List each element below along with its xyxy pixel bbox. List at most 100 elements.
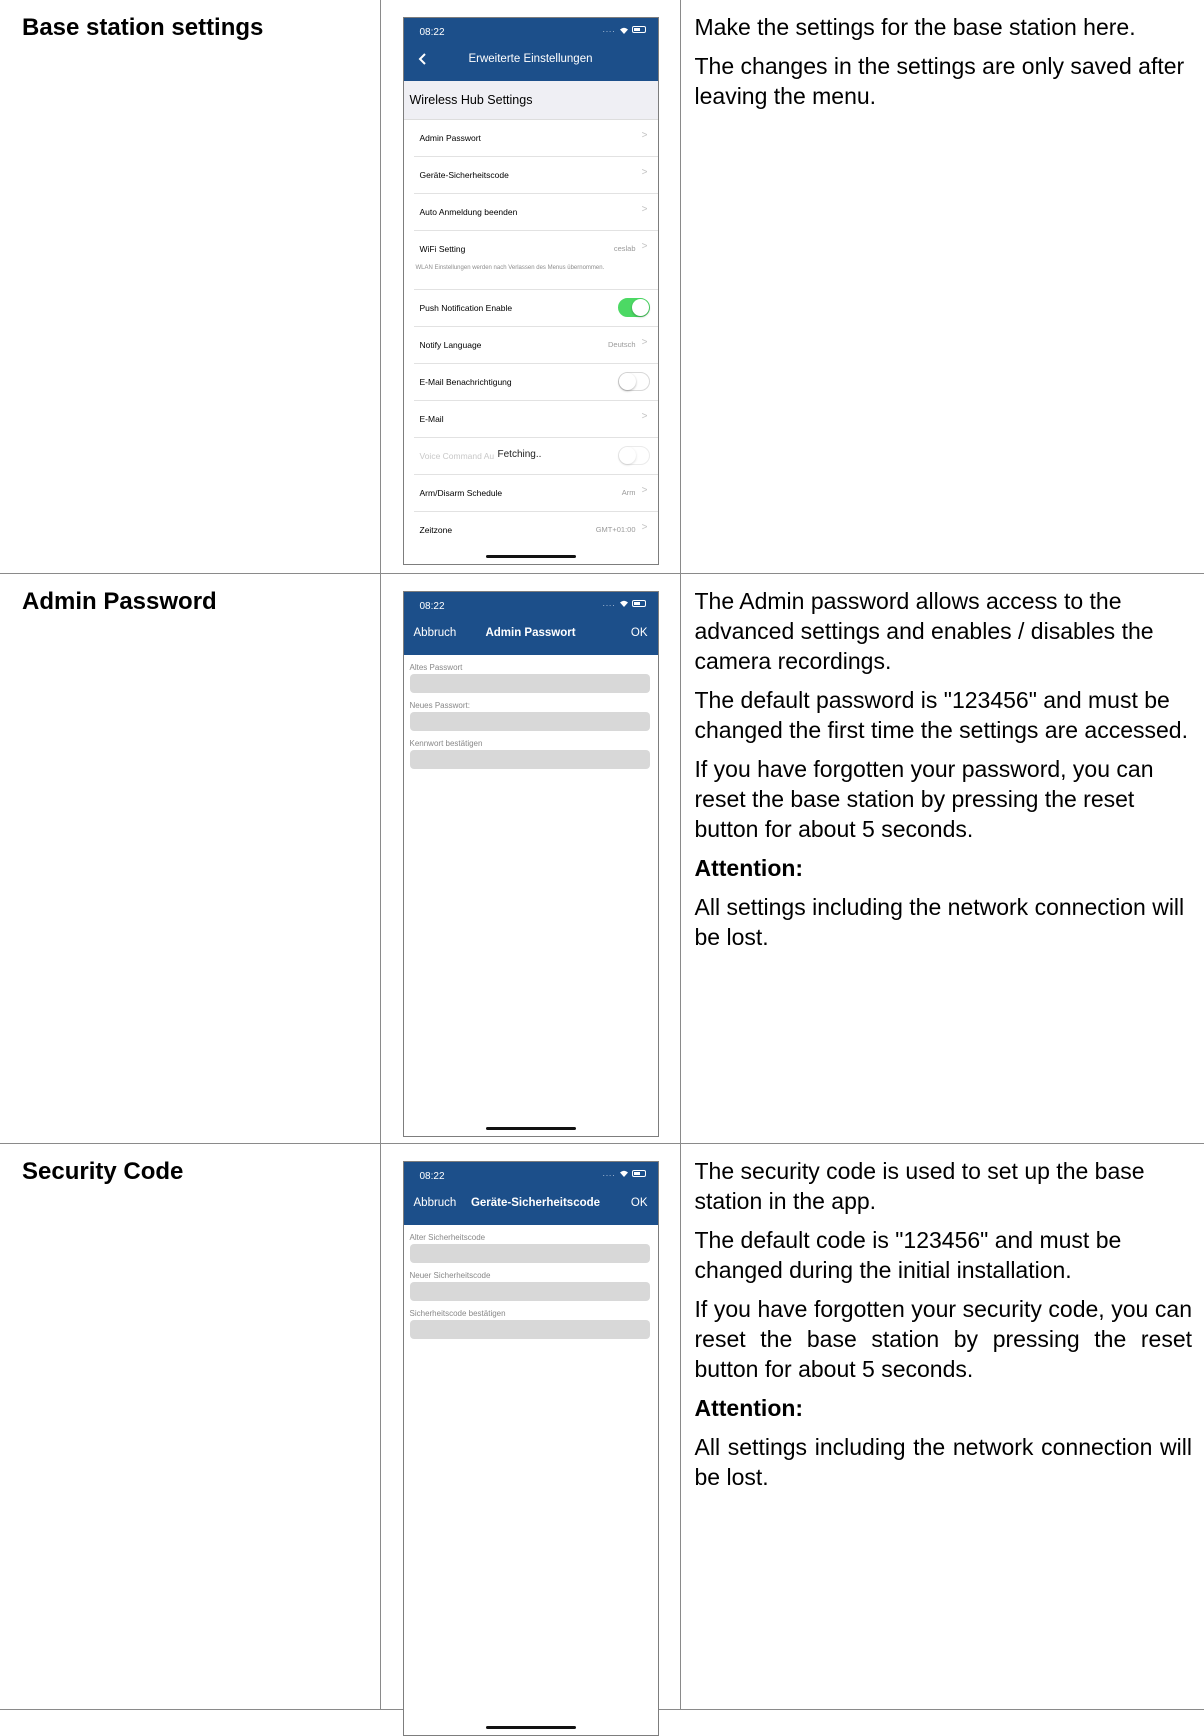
attention-text: All settings including the network conne… bbox=[694, 893, 1185, 950]
row-label-text: E-Mail Benachrichtigung bbox=[419, 377, 512, 387]
battery-icon bbox=[631, 599, 646, 607]
screenshot-cell: 08:22 .... Erweiterte Einstellungen Wire… bbox=[379, 0, 681, 574]
settings-row-notify-language[interactable]: Notify Language Deutsch > bbox=[413, 327, 658, 364]
field-label: Sicherheitscode bestätigen bbox=[409, 1308, 506, 1318]
battery-icon bbox=[631, 1169, 646, 1177]
screenshot-cell: 08:22 .... Abbruch Admin Passwort OK Alt… bbox=[379, 572, 681, 1144]
screenshot-cell: 08:22 .... Abbruch Geräte-Sicherheitscod… bbox=[379, 1142, 681, 1736]
row-value: Deutsch bbox=[607, 340, 636, 349]
chevron-right-icon: > bbox=[641, 522, 648, 533]
field-label: Neues Passwort: bbox=[409, 700, 470, 710]
settings-row-voice-command: Voice Command Au Fetching.. bbox=[413, 438, 658, 475]
wifi-icon bbox=[619, 27, 628, 34]
table-row: Base station settings 08:22 .... Erweite… bbox=[0, 0, 1204, 574]
settings-row-push-notification: Push Notification Enable bbox=[413, 290, 658, 327]
row-label-text: Voice Command Au bbox=[419, 451, 495, 461]
settings-row-email[interactable]: E-Mail > bbox=[413, 401, 658, 438]
row-label-text: E-Mail bbox=[419, 414, 444, 424]
row-label: Security Code bbox=[0, 1142, 381, 1710]
signal-icon: .... bbox=[602, 1168, 616, 1178]
attention-heading: Attention: bbox=[694, 1394, 804, 1421]
attention-heading: Attention: bbox=[694, 854, 804, 881]
fetching-overlay: Fetching.. bbox=[497, 449, 542, 460]
description-cell: The Admin password allows access to the … bbox=[679, 572, 1204, 1144]
description-paragraph: The changes in the settings are only sav… bbox=[694, 53, 1185, 109]
wifi-icon bbox=[619, 1170, 628, 1177]
description-paragraph: The security code is used to set up the … bbox=[694, 1157, 1145, 1214]
table-row: Security Code 08:22 .... Abbruch Geräte-… bbox=[0, 1142, 1204, 1736]
chevron-right-icon: > bbox=[641, 204, 648, 215]
chevron-right-icon: > bbox=[641, 485, 648, 496]
manual-table: Base station settings 08:22 .... Erweite… bbox=[0, 0, 1204, 1736]
row-value: ceslab bbox=[613, 244, 636, 253]
row-label: Base station settings bbox=[0, 0, 381, 574]
table-row: Admin Password 08:22 .... Abbruch Admin … bbox=[0, 572, 1204, 1144]
description-cell: Make the settings for the base station h… bbox=[679, 0, 1204, 574]
status-time: 08:22 bbox=[419, 600, 445, 612]
settings-row-admin-password[interactable]: Admin Passwort > bbox=[413, 120, 658, 157]
new-code-field[interactable] bbox=[409, 1281, 650, 1301]
phone-screenshot: 08:22 .... Abbruch Geräte-Sicherheitscod… bbox=[402, 1160, 659, 1736]
section-header: Wireless Hub Settings bbox=[403, 81, 658, 120]
row-label-text: Auto Anmeldung beenden bbox=[419, 207, 518, 217]
cancel-button[interactable]: Abbruch bbox=[414, 1197, 457, 1209]
row-note: WLAN Einstellungen werden nach Verlassen… bbox=[415, 265, 605, 271]
row-value: Arm bbox=[621, 488, 636, 497]
chevron-right-icon: > bbox=[641, 411, 648, 422]
home-indicator[interactable] bbox=[485, 1126, 576, 1130]
settings-row-security-code[interactable]: Geräte-Sicherheitscode > bbox=[413, 157, 658, 194]
phone-screenshot: 08:22 .... Erweiterte Einstellungen Wire… bbox=[402, 17, 659, 565]
signal-icon: .... bbox=[602, 25, 616, 34]
new-password-field[interactable] bbox=[409, 711, 650, 731]
chevron-right-icon: > bbox=[641, 167, 648, 178]
description-paragraph: Make the settings for the base station h… bbox=[694, 14, 1136, 40]
field-label: Neuer Sicherheitscode bbox=[409, 1270, 491, 1280]
wifi-icon bbox=[619, 600, 628, 607]
settings-row-wifi[interactable]: WiFi Setting ceslab > WLAN Einstellungen we… bbox=[413, 231, 658, 290]
row-label: Admin Password bbox=[0, 572, 381, 1144]
battery-icon bbox=[631, 26, 646, 33]
row-label-text: Admin Passwort bbox=[419, 133, 481, 143]
nav-bar: 08:22 .... Abbruch Geräte-Sicherheitscod… bbox=[403, 1161, 658, 1225]
status-bar: 08:22 .... bbox=[420, 599, 646, 613]
row-label-text: Notify Language bbox=[419, 340, 482, 350]
confirm-password-field[interactable] bbox=[409, 749, 650, 769]
ok-button[interactable]: OK bbox=[631, 1197, 648, 1209]
settings-row-email-notify: E-Mail Benachrichtigung bbox=[413, 364, 658, 401]
home-indicator[interactable] bbox=[485, 555, 576, 558]
row-label-text: Push Notification Enable bbox=[419, 303, 513, 313]
description-paragraph: If you have forgotten your security code… bbox=[694, 1295, 1193, 1382]
field-label: Kennwort bestätigen bbox=[409, 738, 483, 748]
nav-title: Erweiterte Einstellungen bbox=[468, 53, 593, 65]
ok-button[interactable]: OK bbox=[631, 627, 648, 639]
nav-bar: 08:22 .... Abbruch Admin Passwort OK bbox=[403, 591, 658, 655]
description-paragraph: The default password is "123456" and mus… bbox=[694, 686, 1189, 743]
description-paragraph: The Admin password allows access to the … bbox=[694, 587, 1154, 674]
chevron-right-icon: > bbox=[641, 241, 648, 252]
field-label: Alter Sicherheitscode bbox=[409, 1232, 486, 1242]
status-bar: 08:22 .... bbox=[420, 1169, 646, 1183]
row-value: GMT+01:00 bbox=[595, 525, 636, 534]
settings-row-timezone[interactable]: Zeitzone GMT+01:00 > bbox=[414, 512, 658, 548]
phone-screenshot: 08:22 .... Abbruch Admin Passwort OK Alt… bbox=[402, 590, 659, 1137]
description-paragraph: The default code is "123456" and must be… bbox=[694, 1226, 1122, 1283]
signal-icon: .... bbox=[602, 598, 616, 608]
settings-row-schedule[interactable]: Arm/Disarm Schedule Arm > bbox=[413, 475, 658, 512]
description-paragraph: If you have forgotten your password, you… bbox=[694, 755, 1154, 842]
status-time: 08:22 bbox=[419, 1170, 445, 1182]
confirm-code-field[interactable] bbox=[409, 1319, 650, 1339]
settings-row-auto-login[interactable]: Auto Anmeldung beenden > bbox=[413, 194, 658, 231]
description-cell: The security code is used to set up the … bbox=[679, 1142, 1204, 1710]
row-label-text: Arm/Disarm Schedule bbox=[419, 488, 503, 498]
attention-text: All settings including the network conne… bbox=[694, 1433, 1193, 1490]
field-label: Altes Passwort bbox=[409, 662, 463, 672]
chevron-right-icon: > bbox=[641, 130, 648, 141]
row-label-text: Geräte-Sicherheitscode bbox=[419, 170, 509, 180]
push-toggle[interactable] bbox=[617, 298, 650, 317]
voice-toggle[interactable] bbox=[617, 446, 650, 465]
email-toggle[interactable] bbox=[617, 372, 650, 391]
old-password-field[interactable] bbox=[409, 673, 650, 693]
old-code-field[interactable] bbox=[409, 1243, 650, 1263]
home-indicator[interactable] bbox=[485, 1725, 576, 1729]
nav-title: Admin Passwort bbox=[485, 626, 576, 639]
